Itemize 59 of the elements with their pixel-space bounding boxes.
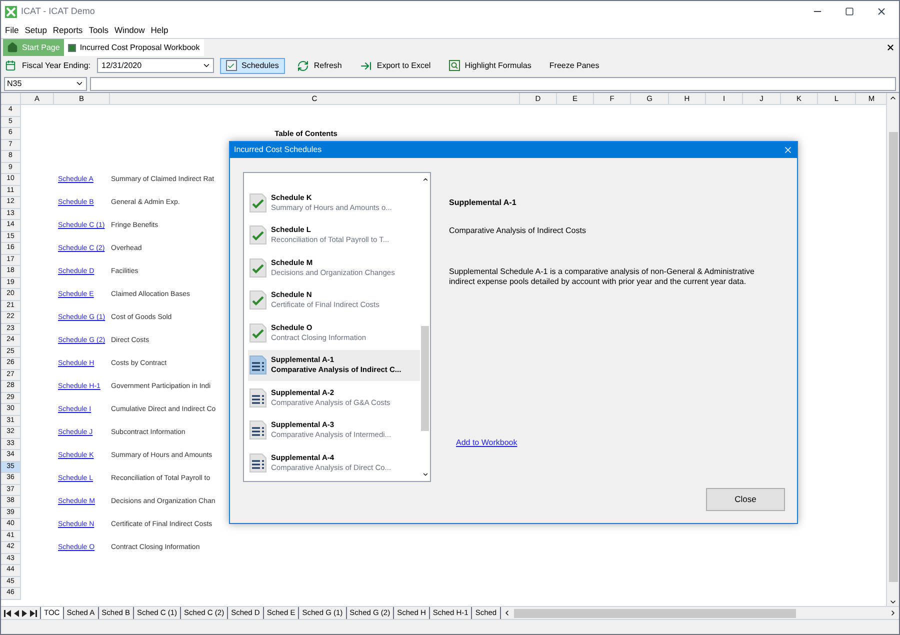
arrow-right-icon [360,60,372,72]
last-sheet-icon[interactable] [30,610,37,616]
fiscal-year-label: Fiscal Year Ending: [22,60,90,72]
calendar-icon [5,60,16,71]
add-to-workbook-link[interactable]: Add to Workbook [456,437,518,449]
close-icon[interactable] [783,145,793,155]
scroll-up-icon[interactable] [889,94,897,102]
next-sheet-icon[interactable] [22,610,27,616]
scroll-right-icon[interactable] [889,609,897,617]
caret-icon [75,79,84,88]
previous-sheet-icon[interactable] [14,610,19,616]
checkbox-icon [226,60,236,71]
checked-document-icon [249,290,267,310]
document-list-icon [249,388,267,408]
formula-input-field[interactable] [90,76,896,90]
checked-document-icon [249,258,267,278]
menu-item[interactable]: File [5,24,19,36]
toolbar-button[interactable]: Export to Excel [354,58,437,74]
first-sheet-icon[interactable] [4,610,11,616]
menu-item[interactable]: Tools [88,24,109,36]
checked-document-icon [249,225,267,246]
toolbar-button[interactable]: Refresh [290,58,348,74]
menu-item[interactable]: Setup [24,24,47,36]
document-list-icon [249,355,267,376]
document-list-icon [249,452,267,473]
toolbar-button[interactable]: Schedules [220,58,285,74]
window-title: ICAT - ICAT Demo [21,4,95,18]
scroll-down-icon[interactable] [889,598,897,606]
close-icon[interactable] [876,6,887,17]
app-logo-icon [5,6,17,18]
magnifier-square-icon [448,60,460,71]
menu-item[interactable]: Help [150,24,168,36]
checked-document-icon [249,192,267,213]
maximize-icon[interactable] [845,7,854,16]
scrollbar-thumb[interactable] [421,326,429,431]
close-button[interactable]: Close [706,488,785,511]
detail-title: Supplemental A-1 [449,197,518,209]
detail-subtitle: Comparative Analysis of Indirect Costs [449,225,587,237]
menu-item[interactable]: Reports [52,24,83,36]
close-tab-icon[interactable] [886,43,895,52]
home-icon [7,42,18,53]
document-list-icon [249,420,267,440]
menu-item[interactable]: Window [114,24,145,36]
fiscal-year-dropdown[interactable]: 12/31/2020 [96,58,214,73]
caret-icon [202,61,210,70]
toolbar-button[interactable]: Highlight Formulas [442,58,538,74]
vertical-scrollbar[interactable] [886,93,899,606]
scrollbar-thumb[interactable] [514,608,796,618]
scrollbar-thumb[interactable] [888,132,898,582]
refresh-icon [296,60,309,72]
workbook-icon [68,44,76,52]
dialog-title: Incurred Cost Schedules [234,144,322,156]
toolbar-button[interactable]: Freeze Panes [543,58,606,74]
name-box[interactable]: N35 [4,76,87,90]
document-tab[interactable]: Incurred Cost Proposal Workbook [64,39,204,56]
checked-document-icon [249,322,267,343]
scroll-up-icon[interactable] [422,176,428,183]
detail-description: Supplemental Schedule A-1 is a comparative analysis of non-General & Administrative indirect expense pools detailed by account with prior year and the current year data. [449,267,756,287]
scroll-down-icon[interactable] [422,471,428,478]
